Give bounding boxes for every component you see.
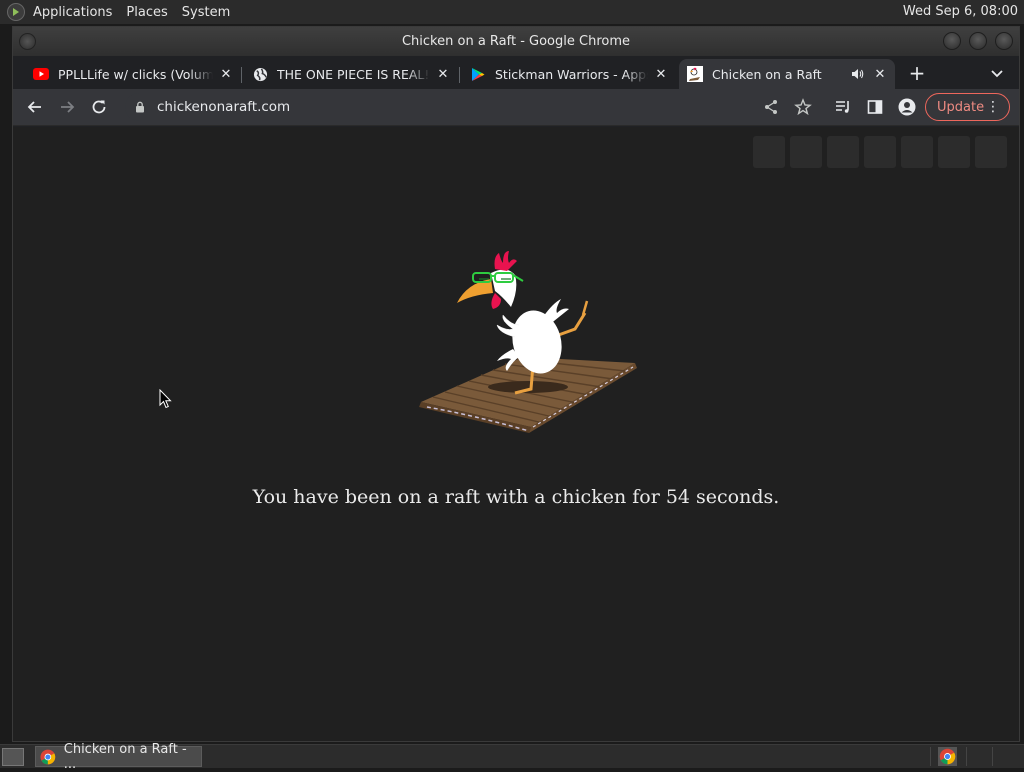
chicken-on-raft-illustration bbox=[419, 251, 637, 433]
tab-close-icon[interactable]: ✕ bbox=[434, 65, 452, 83]
tab-title: PPLLLife w/ clicks (Volume bbox=[58, 66, 213, 82]
close-window-button[interactable] bbox=[995, 32, 1013, 50]
window-titlebar[interactable]: Chicken on a Raft - Google Chrome bbox=[13, 27, 1019, 56]
side-panel-button[interactable] bbox=[861, 93, 889, 121]
taskbar: Chicken on a Raft - ... bbox=[0, 742, 1024, 772]
tab-one-piece[interactable]: THE ONE PIECE IS REAL! ( ✕ bbox=[244, 59, 458, 89]
media-queue-icon bbox=[836, 101, 849, 113]
system-menu[interactable]: System bbox=[182, 5, 230, 20]
media-control-button[interactable] bbox=[829, 93, 857, 121]
extra-icon[interactable] bbox=[975, 136, 1007, 168]
tray-separator bbox=[966, 747, 967, 766]
social-share-bar bbox=[753, 136, 1007, 168]
facebook-icon[interactable] bbox=[753, 136, 785, 168]
tray-separator bbox=[930, 747, 931, 766]
taskbar-item-label: Chicken on a Raft - ... bbox=[63, 741, 187, 772]
side-panel-icon bbox=[867, 100, 883, 114]
reload-icon bbox=[92, 100, 106, 114]
star-icon bbox=[794, 98, 812, 116]
youtube-icon bbox=[33, 66, 49, 82]
window-menu-button[interactable] bbox=[19, 33, 36, 50]
tab-title: THE ONE PIECE IS REAL! ( bbox=[277, 66, 430, 82]
tab-chicken-on-a-raft[interactable]: Chicken on a Raft ✕ bbox=[679, 59, 895, 89]
speaker-icon[interactable] bbox=[849, 66, 865, 82]
tab-close-icon[interactable]: ✕ bbox=[217, 65, 235, 83]
forward-arrow-icon bbox=[61, 101, 75, 113]
back-button[interactable] bbox=[21, 93, 49, 121]
tab-youtube[interactable]: PPLLLife w/ clicks (Volume ✕ bbox=[25, 59, 241, 89]
twitter-icon[interactable] bbox=[790, 136, 822, 168]
more-menu-icon[interactable]: ⋮ bbox=[986, 99, 1000, 115]
back-arrow-icon bbox=[27, 101, 41, 113]
mouse-cursor-icon bbox=[159, 389, 172, 409]
chicken-favicon bbox=[687, 66, 703, 82]
avatar-icon bbox=[898, 98, 916, 116]
share-icon bbox=[765, 100, 777, 114]
distro-logo-icon[interactable] bbox=[7, 3, 25, 21]
new-tab-button[interactable]: + bbox=[905, 62, 929, 86]
places-menu[interactable]: Places bbox=[126, 5, 167, 20]
tray-chrome-icon[interactable] bbox=[938, 747, 957, 766]
tab-separator bbox=[241, 67, 242, 83]
address-bar[interactable]: chickenonaraft.com bbox=[125, 93, 867, 121]
lock-icon[interactable] bbox=[133, 100, 147, 114]
tab-stickman-warriors[interactable]: Stickman Warriors - Apps ✕ bbox=[462, 59, 676, 89]
bookmark-button[interactable] bbox=[789, 93, 817, 121]
google-play-icon bbox=[470, 66, 486, 82]
taskbar-item-chrome[interactable]: Chicken on a Raft - ... bbox=[35, 742, 202, 772]
tab-title: Stickman Warriors - Apps bbox=[495, 66, 648, 82]
paypal-icon[interactable] bbox=[938, 136, 970, 168]
forward-button[interactable] bbox=[53, 93, 81, 121]
applications-menu[interactable]: Applications bbox=[33, 5, 112, 20]
tumblr-icon[interactable] bbox=[827, 136, 859, 168]
share-button[interactable] bbox=[757, 93, 785, 121]
minimize-button[interactable] bbox=[943, 32, 961, 50]
reddit-icon[interactable] bbox=[901, 136, 933, 168]
url-text: chickenonaraft.com bbox=[157, 99, 291, 115]
tab-close-icon[interactable]: ✕ bbox=[871, 65, 889, 83]
tab-strip: PPLLLife w/ clicks (Volume ✕ THE ONE PIE… bbox=[13, 56, 1019, 89]
tab-separator bbox=[459, 67, 460, 83]
show-desktop-icon[interactable] bbox=[2, 748, 24, 766]
top-panel: Applications Places System Wed Sep 6, 08… bbox=[0, 0, 1024, 24]
reload-button[interactable] bbox=[85, 93, 113, 121]
maximize-button[interactable] bbox=[969, 32, 987, 50]
tab-title: Chicken on a Raft bbox=[712, 66, 822, 82]
globe-icon bbox=[252, 66, 268, 82]
update-button[interactable]: Update ⋮ bbox=[925, 93, 1010, 121]
steam-icon[interactable] bbox=[864, 136, 896, 168]
profile-button[interactable] bbox=[893, 93, 921, 121]
update-label: Update bbox=[937, 99, 985, 115]
window-title: Chicken on a Raft - Google Chrome bbox=[401, 34, 630, 49]
browser-toolbar: chickenonaraft.com Update ⋮ bbox=[13, 89, 1019, 126]
chrome-icon bbox=[40, 749, 56, 764]
page-content: You have been on a raft with a chicken f… bbox=[13, 127, 1019, 741]
raft-timer-message: You have been on a raft with a chicken f… bbox=[252, 486, 780, 508]
tab-search-chevron-icon[interactable] bbox=[985, 62, 1009, 86]
browser-window: Chicken on a Raft - Google Chrome PPLLLi… bbox=[12, 26, 1020, 742]
clock[interactable]: Wed Sep 6, 08:00 bbox=[903, 4, 1018, 19]
tray-separator bbox=[992, 747, 993, 766]
tab-close-icon[interactable]: ✕ bbox=[652, 65, 670, 83]
